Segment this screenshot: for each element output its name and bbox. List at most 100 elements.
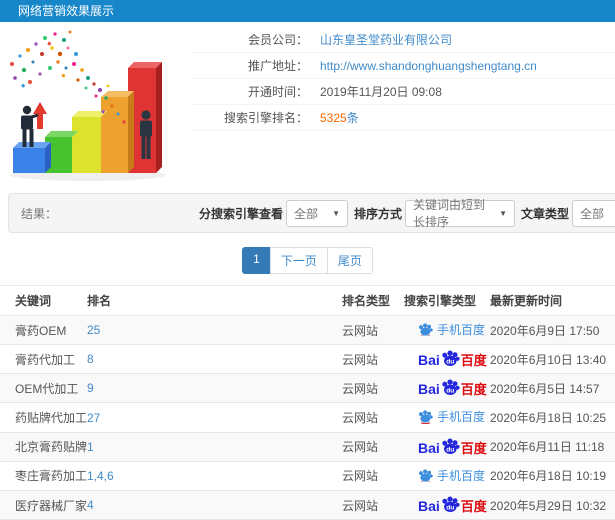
mobile-baidu-label: 手机百度 — [437, 468, 486, 483]
mobile-baidu-logo: 手机百度 — [418, 467, 485, 484]
keyword-cell: 枣庄膏药加工 — [0, 461, 87, 492]
promo-url-link[interactable]: http://www.shandonghuangshengtang.cn — [320, 59, 537, 73]
rank-type-cell: 云网站 — [342, 344, 404, 375]
filter-controls: 分搜索引擎查看 全部 ▼ 排序方式 关键词由短到长排序 ▼ 文章类型 全部 ▼ … — [199, 198, 615, 229]
mobile-baidu-paw-icon — [419, 323, 433, 337]
caret-down-icon: ▼ — [332, 208, 341, 218]
last-page-button[interactable]: 尾页 — [326, 247, 373, 274]
rank-link[interactable]: 8 — [87, 352, 94, 366]
baidu-cn-text: 百度 — [460, 382, 487, 398]
rank-cell: 8 — [87, 344, 342, 375]
engine-type-cell: Bai du 百度 — [404, 432, 490, 462]
page-1-button[interactable]: 1 — [242, 247, 271, 274]
rank-count-row: 搜索引擎排名： 5325条 — [190, 105, 615, 131]
engine-type-cell: 手机百度 — [404, 315, 490, 346]
col-header-rank: 排名 — [87, 285, 342, 316]
rank-cell: 9 — [87, 373, 342, 404]
engine-type-cell: Bai du 百度 — [404, 373, 490, 404]
mobile-baidu-paw-icon — [419, 410, 433, 424]
table-row: 枣庄膏药加工 1,4,6 云网站 手机百度 2020年6月18日 10:19 — [0, 461, 615, 492]
rank-count-unit-link[interactable]: 条 — [347, 111, 359, 125]
table-row: 膏药OEM 25 云网站 手机百度 2020年6月9日 17:50 — [0, 315, 615, 346]
engine-filter-label: 分搜索引擎查看 — [199, 206, 284, 221]
rank-count-value: 5325 — [320, 111, 347, 125]
table-row: 北京膏药贴牌 1 云网站 Bai du 百度 2020年6月11日 11:18 — [0, 432, 615, 462]
promo-url-label: 推广地址： — [247, 59, 308, 73]
mobile-baidu-label: 手机百度 — [437, 323, 486, 337]
result-label: 结果： — [21, 206, 58, 221]
rank-link[interactable]: 1 — [87, 440, 94, 454]
baidu-bai-text: Bai — [418, 381, 440, 398]
keyword-cell: 药贴牌代加工 — [0, 402, 87, 433]
article-type-select-value: 全部 — [580, 206, 605, 221]
rank-type-cell: 云网站 — [342, 432, 404, 462]
company-link[interactable]: 山东皇圣堂药业有限公司 — [320, 31, 452, 48]
baidu-logo: Bai du 百度 — [418, 350, 487, 367]
info-section: 会员公司： 山东皇圣堂药业有限公司 推广地址： http://www.shand… — [0, 22, 615, 186]
baidu-logo: Bai du 百度 — [418, 438, 487, 455]
open-time-row: 开通时间： 2019年11月20日 09:08 — [190, 79, 615, 105]
keyword-cell: 北京膏药贴牌 — [0, 432, 87, 462]
article-type-select[interactable]: 全部 ▼ — [572, 199, 615, 227]
rank-count-label: 搜索引擎排名： — [223, 111, 308, 125]
table-header-row: 关键词 排名 排名类型 搜索引擎类型 最新更新时间 — [0, 285, 615, 316]
engine-type-cell: 手机百度 — [404, 461, 490, 492]
engine-type-cell: Bai du 百度 — [404, 490, 490, 520]
open-time-value: 2019年11月20日 09:08 — [320, 85, 442, 99]
company-row: 会员公司： 山东皇圣堂药业有限公司 — [190, 27, 615, 53]
svg-text:du: du — [446, 388, 454, 395]
baidu-cn-text: 百度 — [460, 353, 487, 369]
svg-text:du: du — [446, 359, 454, 366]
rank-cell: 25 — [87, 315, 342, 346]
keyword-cell: 膏药OEM — [0, 315, 87, 346]
col-header-engine-type: 搜索引擎类型 — [404, 285, 490, 316]
baidu-logo: Bai du 百度 — [418, 379, 487, 396]
baidu-logo: Bai du 百度 — [418, 496, 487, 513]
growth-chart-illustration — [0, 22, 190, 186]
table-row: 医疗器械厂家 4 云网站 Bai du 百度 2020年5月29日 10:32 — [0, 490, 615, 520]
rank-cell: 27 — [87, 402, 342, 433]
promo-url-row: 推广地址： http://www.shandonghuangshengtang.… — [190, 53, 615, 79]
sort-select[interactable]: 关键词由短到长排序 ▼ — [405, 198, 516, 229]
engine-select[interactable]: 全部 ▼ — [286, 199, 349, 227]
mobile-baidu-logo: 手机百度 — [418, 321, 485, 338]
updated-cell: 2020年6月9日 17:50 — [490, 315, 615, 346]
mobile-baidu-paw-icon — [419, 468, 433, 483]
sort-filter-label: 排序方式 — [354, 206, 403, 221]
rank-link[interactable]: 9 — [87, 381, 94, 395]
baidu-paw-icon: du — [442, 438, 460, 454]
rank-link[interactable]: 25 — [87, 323, 100, 337]
rank-link[interactable]: 1,4,6 — [87, 469, 114, 483]
rank-link[interactable]: 4 — [87, 498, 94, 512]
svg-text:du: du — [446, 446, 454, 453]
svg-text:du: du — [446, 504, 454, 511]
page-header: 网络营销效果展示 — [0, 0, 615, 22]
updated-cell: 2020年6月18日 10:19 — [490, 461, 615, 492]
updated-cell: 2020年6月11日 11:18 — [490, 432, 615, 462]
article-type-filter-label: 文章类型 — [521, 206, 570, 221]
rank-link[interactable]: 27 — [87, 411, 100, 425]
results-table: 关键词 排名 排名类型 搜索引擎类型 最新更新时间 膏药OEM 25 云网站 手机百… — [0, 285, 615, 520]
baidu-bai-text: Bai — [418, 352, 440, 369]
col-header-keyword: 关键词 — [0, 285, 87, 316]
caret-down-icon: ▼ — [499, 208, 508, 218]
next-page-button[interactable]: 下一页 — [269, 247, 328, 274]
table-row: 药贴牌代加工 27 云网站 手机百度 2020年6月18日 10:25 — [0, 402, 615, 433]
baidu-bai-text: Bai — [418, 439, 440, 456]
rank-cell: 4 — [87, 490, 342, 520]
col-header-updated: 最新更新时间 — [490, 285, 615, 316]
rank-type-cell: 云网站 — [342, 373, 404, 404]
engine-type-cell: Bai du 百度 — [404, 344, 490, 375]
rank-cell: 1,4,6 — [87, 461, 342, 492]
sort-select-value: 关键词由短到长排序 — [413, 198, 486, 229]
mobile-baidu-logo: 手机百度 — [418, 408, 485, 425]
pagination: 1 下一页 尾页 — [0, 247, 615, 274]
keyword-cell: 膏药代加工 — [0, 344, 87, 375]
keyword-cell: OEM代加工 — [0, 373, 87, 404]
open-time-label: 开通时间： — [247, 85, 308, 99]
keyword-cell: 医疗器械厂家 — [0, 490, 87, 520]
rank-type-cell: 云网站 — [342, 461, 404, 492]
baidu-paw-icon: du — [442, 350, 460, 367]
baidu-bai-text: Bai — [418, 498, 440, 515]
baidu-paw-icon: du — [442, 496, 460, 513]
